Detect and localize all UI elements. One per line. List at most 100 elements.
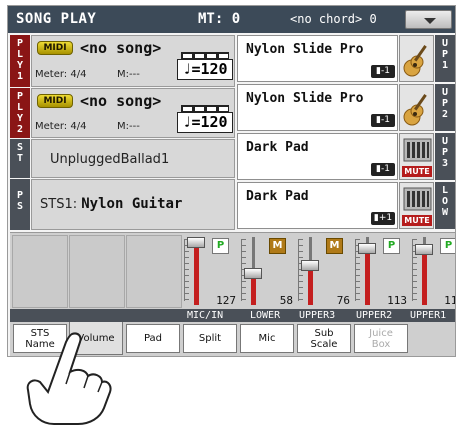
sts-tag-text: PS — [16, 190, 24, 212]
sound-image-upper1[interactable] — [399, 35, 434, 82]
player2-tempo-value: ♩=120 — [182, 113, 228, 131]
channel-strip-micin: P 127 — [182, 233, 239, 310]
empty-channel — [12, 235, 68, 308]
sts-line: STS1: Nylon Guitar — [40, 196, 182, 212]
sound-slot-lower[interactable]: Dark Pad ▮+1 — [237, 182, 398, 229]
chevron-down-icon — [424, 18, 436, 24]
volume-value: 76 — [336, 294, 350, 307]
sound-side-text: LOW — [441, 185, 449, 218]
octave-indicator: ▮-1 — [371, 163, 395, 176]
sts-name: Nylon Guitar — [81, 196, 183, 212]
player1-tempo[interactable]: ♩=120 — [177, 52, 233, 80]
player1-tag-text: PLY1 — [16, 38, 24, 82]
sts-panel[interactable]: STS1: Nylon Guitar — [31, 179, 235, 230]
play-button[interactable]: P — [383, 238, 400, 254]
sound-side-text: UP3 — [441, 136, 449, 169]
sts-tag: PS — [10, 179, 30, 230]
sound-image-upper2[interactable] — [399, 84, 434, 131]
sound-side-label: UP2 — [435, 84, 455, 131]
channel-strip-upper3: M 76 — [296, 233, 353, 310]
style-panel[interactable]: UnpluggedBallad1 — [31, 139, 235, 178]
fader-level — [194, 242, 199, 305]
sound-name: Nylon Slide Pro — [246, 91, 364, 106]
sound-image-lower[interactable]: MUTE — [399, 182, 434, 229]
guitar-icon — [403, 94, 427, 126]
sound-slot-upper1[interactable]: Nylon Slide Pro ▮-1 — [237, 35, 398, 82]
sound-side-text: UP2 — [441, 87, 449, 120]
play-button[interactable]: P — [440, 238, 455, 254]
volume-fader[interactable] — [301, 237, 319, 305]
player1-tag: PLY1 — [10, 35, 30, 87]
page-menu-button[interactable] — [405, 10, 452, 29]
volume-fader[interactable] — [415, 237, 433, 305]
mute-button[interactable]: M — [326, 238, 343, 254]
sound-image-upper3[interactable]: MUTE — [399, 133, 434, 180]
empty-channel — [69, 235, 125, 308]
fader-level — [308, 265, 313, 305]
sts-label: STS1: — [40, 197, 78, 212]
mute-indicator: MUTE — [402, 166, 432, 177]
mute-indicator: MUTE — [402, 215, 432, 226]
fader-knob[interactable] — [187, 237, 205, 248]
pad-icon — [403, 187, 432, 211]
player1-tempo-value: ♩=120 — [182, 60, 228, 78]
octave-indicator: ▮+1 — [371, 212, 395, 225]
channel-label-upper1: UPPER1 — [410, 310, 447, 321]
player2-song-name[interactable]: <no song> — [80, 92, 161, 110]
beat-indicator — [181, 52, 229, 59]
fader-knob[interactable] — [358, 243, 376, 254]
sound-name: Dark Pad — [246, 140, 309, 155]
player1-panel[interactable]: MIDI <no song> Meter: 4/4 M:--- ♩=120 — [31, 35, 235, 87]
volume-value: 111 — [444, 294, 455, 307]
tab-juice-box[interactable]: Juice Box — [354, 324, 408, 353]
volume-value: 58 — [279, 294, 293, 307]
fader-scale — [184, 239, 189, 301]
beat-indicator — [181, 105, 229, 112]
player2-meter: Meter: 4/4 — [35, 121, 87, 132]
title-bar: SONG PLAY MT: 0 <no chord> 0 — [8, 6, 455, 33]
player2-measure: M:--- — [117, 121, 140, 132]
sound-side-label: UP3 — [435, 133, 455, 180]
pointing-hand-icon — [26, 332, 112, 425]
empty-channel — [126, 235, 182, 308]
play-button[interactable]: P — [212, 238, 229, 254]
tab-mic[interactable]: Mic — [240, 324, 294, 353]
channel-label-upper2: UPPER2 — [356, 310, 393, 321]
player1-song-name[interactable]: <no song> — [80, 39, 161, 57]
master-transpose[interactable]: MT: 0 — [198, 11, 240, 27]
volume-value: 127 — [216, 294, 236, 307]
player2-tag-text: PLY2 — [16, 91, 24, 135]
player2-tempo[interactable]: ♩=120 — [177, 105, 233, 133]
player2-panel[interactable]: MIDI <no song> Meter: 4/4 M:--- ♩=120 — [31, 88, 235, 138]
fader-knob[interactable] — [415, 244, 433, 255]
tab-pad[interactable]: Pad — [126, 324, 180, 353]
sound-slot-upper3[interactable]: Dark Pad ▮-1 — [237, 133, 398, 180]
tab-sub-scale[interactable]: Sub Scale — [297, 324, 351, 353]
channel-labels: MIC/IN LOWER UPPER3 UPPER2 UPPER1 — [10, 309, 455, 322]
volume-fader[interactable] — [244, 237, 262, 305]
tab-split[interactable]: Split — [183, 324, 237, 353]
fader-knob[interactable] — [244, 268, 262, 279]
chord-display: <no chord> 0 — [290, 12, 377, 26]
page-title: SONG PLAY — [16, 11, 97, 27]
volume-fader[interactable] — [358, 237, 376, 305]
song-play-screen: SONG PLAY MT: 0 <no chord> 0 PLY1 MIDI <… — [7, 5, 456, 357]
fader-level — [365, 248, 370, 305]
channel-strip-upper1: P 111 — [410, 233, 455, 310]
style-tag: ST — [10, 139, 30, 178]
octave-indicator: ▮-1 — [371, 114, 395, 127]
style-tag-text: ST — [16, 142, 24, 164]
volume-value: 113 — [387, 294, 407, 307]
player1-meter: Meter: 4/4 — [35, 69, 87, 80]
fader-knob[interactable] — [301, 260, 319, 271]
midi-badge: MIDI — [37, 41, 73, 55]
volume-fader[interactable] — [187, 237, 205, 305]
sound-side-text: UP1 — [441, 38, 449, 71]
volume-mixer: P 127 M 58 M 76 P 113 P 111 — [10, 232, 455, 309]
mute-button[interactable]: M — [269, 238, 286, 254]
midi-badge: MIDI — [37, 94, 73, 108]
channel-strip-lower: M 58 — [239, 233, 296, 310]
channel-label-micin: MIC/IN — [187, 310, 224, 321]
guitar-icon — [403, 45, 427, 77]
sound-slot-upper2[interactable]: Nylon Slide Pro ▮-1 — [237, 84, 398, 131]
